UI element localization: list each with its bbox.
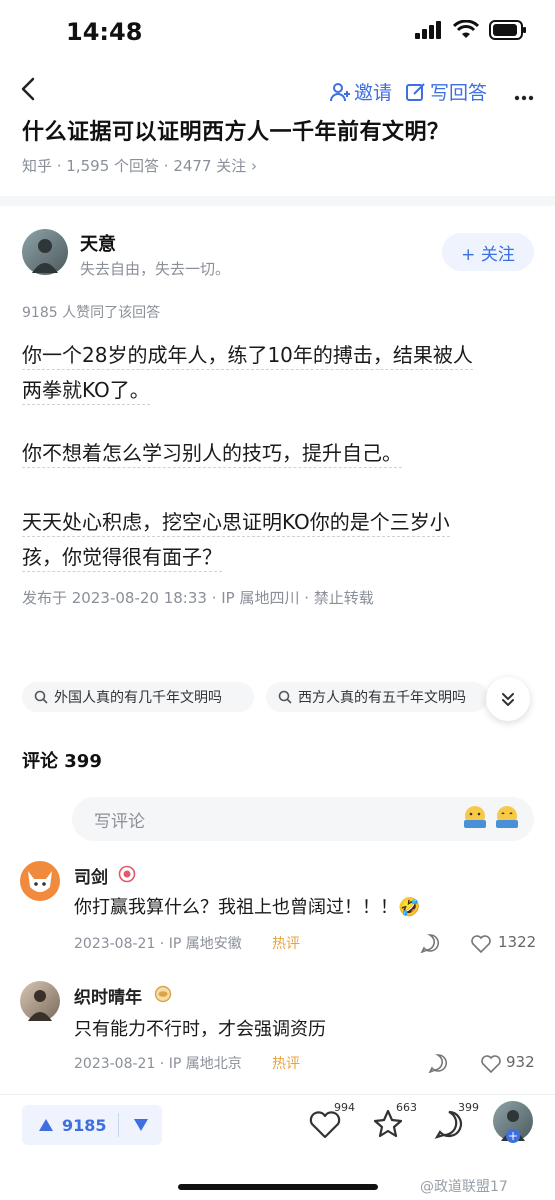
write-answer-label: 写回答 [430, 82, 488, 104]
answer-p3-line1: 天天处心积虑，挖空心思证明KO你的是个三岁小 [22, 510, 450, 537]
person-silhouette-icon [32, 239, 58, 273]
battery-icon [489, 20, 526, 40]
section-divider [0, 196, 555, 206]
plus-icon: + [506, 1129, 520, 1143]
upvote-count: 9185 [62, 1115, 107, 1135]
author-avatar[interactable] [22, 229, 68, 275]
comment-item: 司剑 你打赢我算什么？我祖上也曾阔过！！！🤣 2023-08-21 · IP 属… [0, 855, 555, 965]
status-icons [415, 20, 527, 40]
heart-icon [309, 1111, 341, 1139]
like-count: 932 [506, 1053, 535, 1071]
comment-text: 只有能力不行时，才会强调资历 [74, 1019, 326, 1040]
answer-p2: 你不想着怎么学习别人的技巧，提升自己。 [22, 441, 402, 468]
related-search-chip[interactable]: 西方人真的有五千年文明吗 [266, 682, 488, 712]
chevron-left-icon [21, 77, 35, 101]
comment-item: 织时晴年 只有能力不行时，才会强调资历 2023-08-21 · IP 属地北京… [0, 975, 555, 1085]
follow-button[interactable]: + 关注 [442, 233, 534, 271]
vote-control: 9185 [22, 1105, 162, 1145]
question-meta[interactable]: 知乎 · 1,595 个回答 · 2477 关注 › [22, 155, 257, 176]
user-plus-icon [330, 82, 350, 101]
answer-paragraph-1: 你一个28岁的成年人，练了10年的搏击，结果被人 两拳就KO了。 [22, 338, 532, 408]
answer-paragraph-3: 天天处心积虑，挖空心思证明KO你的是个三岁小 孩，你觉得很有面子？ [22, 505, 532, 575]
expand-searches-button[interactable] [486, 677, 530, 721]
comment-placeholder: 写评论 [94, 811, 145, 832]
search-icon [278, 690, 292, 704]
author-name[interactable]: 天意 [80, 230, 116, 256]
publish-info: 发布于 2023-08-20 18:33 · IP 属地四川 · 禁止转载 [22, 589, 374, 607]
commenter-name[interactable]: 织时晴年 [74, 983, 142, 1008]
hot-comment-badge: 热评 [272, 936, 300, 952]
person-silhouette-icon [28, 990, 52, 1021]
answer-p1-line1: 你一个28岁的成年人，练了10年的搏击，结果被人 [22, 343, 473, 370]
back-button[interactable] [20, 76, 36, 106]
commenter-avatar[interactable] [20, 861, 60, 901]
edit-icon [406, 82, 425, 101]
member-badge-icon [154, 985, 172, 1003]
answer-p1-line2: 两拳就KO了。 [22, 378, 150, 405]
triangle-down-icon [133, 1119, 148, 1131]
wifi-icon [453, 20, 479, 38]
like-total: 994 [334, 1101, 355, 1114]
triangle-up-icon [39, 1119, 53, 1131]
comments-header: 评论 399 [22, 751, 102, 772]
related-search-text: 西方人真的有五千年文明吗 [298, 690, 466, 706]
home-indicator[interactable] [178, 1184, 378, 1190]
heart-icon[interactable] [470, 934, 492, 954]
reply-icon[interactable] [428, 1053, 448, 1073]
status-time: 14:48 [66, 18, 143, 46]
like-count: 1322 [498, 933, 537, 951]
related-search-text: 外国人真的有几千年文明吗 [54, 690, 222, 706]
commenter-name[interactable]: 司剑 [74, 863, 108, 888]
comment-button[interactable] [434, 1109, 464, 1143]
double-chevron-down-icon [502, 693, 514, 706]
vote-count-line: 9185 人赞同了该回答 [22, 305, 161, 321]
invite-button[interactable]: 邀请 [330, 78, 392, 105]
commenter-avatar[interactable] [20, 981, 60, 1021]
more-button[interactable] [514, 86, 534, 105]
answer-paragraph-2: 你不想着怎么学习别人的技巧，提升自己。 [22, 436, 532, 471]
hot-comment-badge: 热评 [272, 1056, 300, 1072]
comment-total: 399 [458, 1101, 479, 1114]
upvote-button[interactable]: 9185 [22, 1105, 118, 1145]
search-icon [34, 690, 48, 704]
comment-text: 你打赢我算什么？我祖上也曾阔过！！！🤣 [74, 897, 421, 918]
signal-icon [415, 21, 441, 39]
member-badge-icon [118, 865, 136, 883]
like-button[interactable] [308, 1110, 342, 1144]
answer-p3-line2: 孩，你觉得很有面子？ [22, 545, 222, 572]
comment-meta: 2023-08-21 · IP 属地北京 [74, 1056, 242, 1072]
reply-icon[interactable] [420, 933, 440, 953]
downvote-button[interactable] [119, 1105, 162, 1145]
favorite-total: 663 [396, 1101, 417, 1114]
fox-avatar-icon [28, 871, 52, 892]
profile-avatar-button[interactable]: + [493, 1101, 533, 1143]
invite-label: 邀请 [354, 82, 393, 104]
comment-meta: 2023-08-21 · IP 属地安徽 [74, 936, 242, 952]
emoji-sticker-praise-icon[interactable] [494, 805, 520, 835]
write-answer-button[interactable]: 写回答 [406, 78, 487, 105]
heart-icon[interactable] [480, 1054, 502, 1074]
question-title[interactable]: 什么证据可以证明西方人一千年前有文明？ [22, 114, 450, 146]
more-dots-icon [514, 95, 534, 101]
related-search-chip[interactable]: 外国人真的有几千年文明吗 [22, 682, 254, 712]
watermark: @政道联盟17 [420, 1179, 508, 1195]
author-bio: 失去自由，失去一切。 [80, 260, 231, 278]
emoji-sticker-thanks-icon[interactable] [462, 805, 488, 835]
